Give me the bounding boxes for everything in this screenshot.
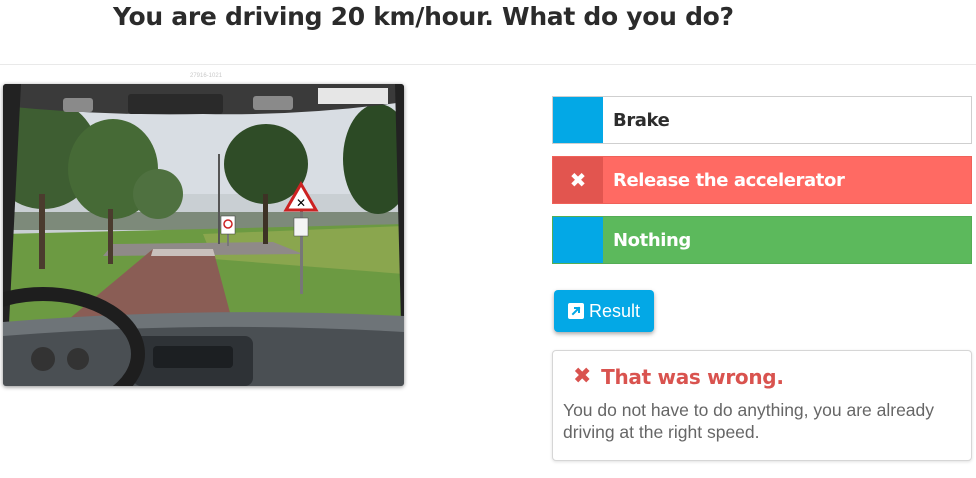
header-divider <box>0 64 976 65</box>
svg-text:✕: ✕ <box>296 196 306 210</box>
external-link-icon <box>567 303 584 319</box>
answer-marker <box>553 97 603 143</box>
wrong-mark-icon: ✖ <box>553 157 603 203</box>
feedback-explanation: You do not have to do anything, you are … <box>563 400 935 442</box>
wrong-x-icon: ✖ <box>573 364 592 389</box>
answer-option-release-accelerator[interactable]: ✖ Release the accelerator <box>552 156 972 204</box>
result-button[interactable]: Result <box>554 290 654 332</box>
feedback-heading-text: That was wrong. <box>601 365 784 389</box>
question-title: You are driving 20 km/hour. What do you … <box>113 2 734 31</box>
question-photo: ✕ <box>3 84 404 386</box>
answer-option-brake[interactable]: Brake <box>552 96 972 144</box>
feedback-panel: ✖ That was wrong. You do not have to do … <box>552 350 972 461</box>
quiz-page: You are driving 20 km/hour. What do you … <box>0 0 976 478</box>
answer-label: Nothing <box>613 229 691 251</box>
answer-label: Brake <box>613 109 670 131</box>
result-button-label: Result <box>588 300 641 321</box>
feedback-heading: ✖ That was wrong. <box>563 365 961 389</box>
photo-caption: 27916-1021 <box>190 73 223 79</box>
answer-option-nothing[interactable]: Nothing <box>552 216 972 264</box>
answer-marker <box>553 217 603 263</box>
answer-label: Release the accelerator <box>613 169 845 191</box>
